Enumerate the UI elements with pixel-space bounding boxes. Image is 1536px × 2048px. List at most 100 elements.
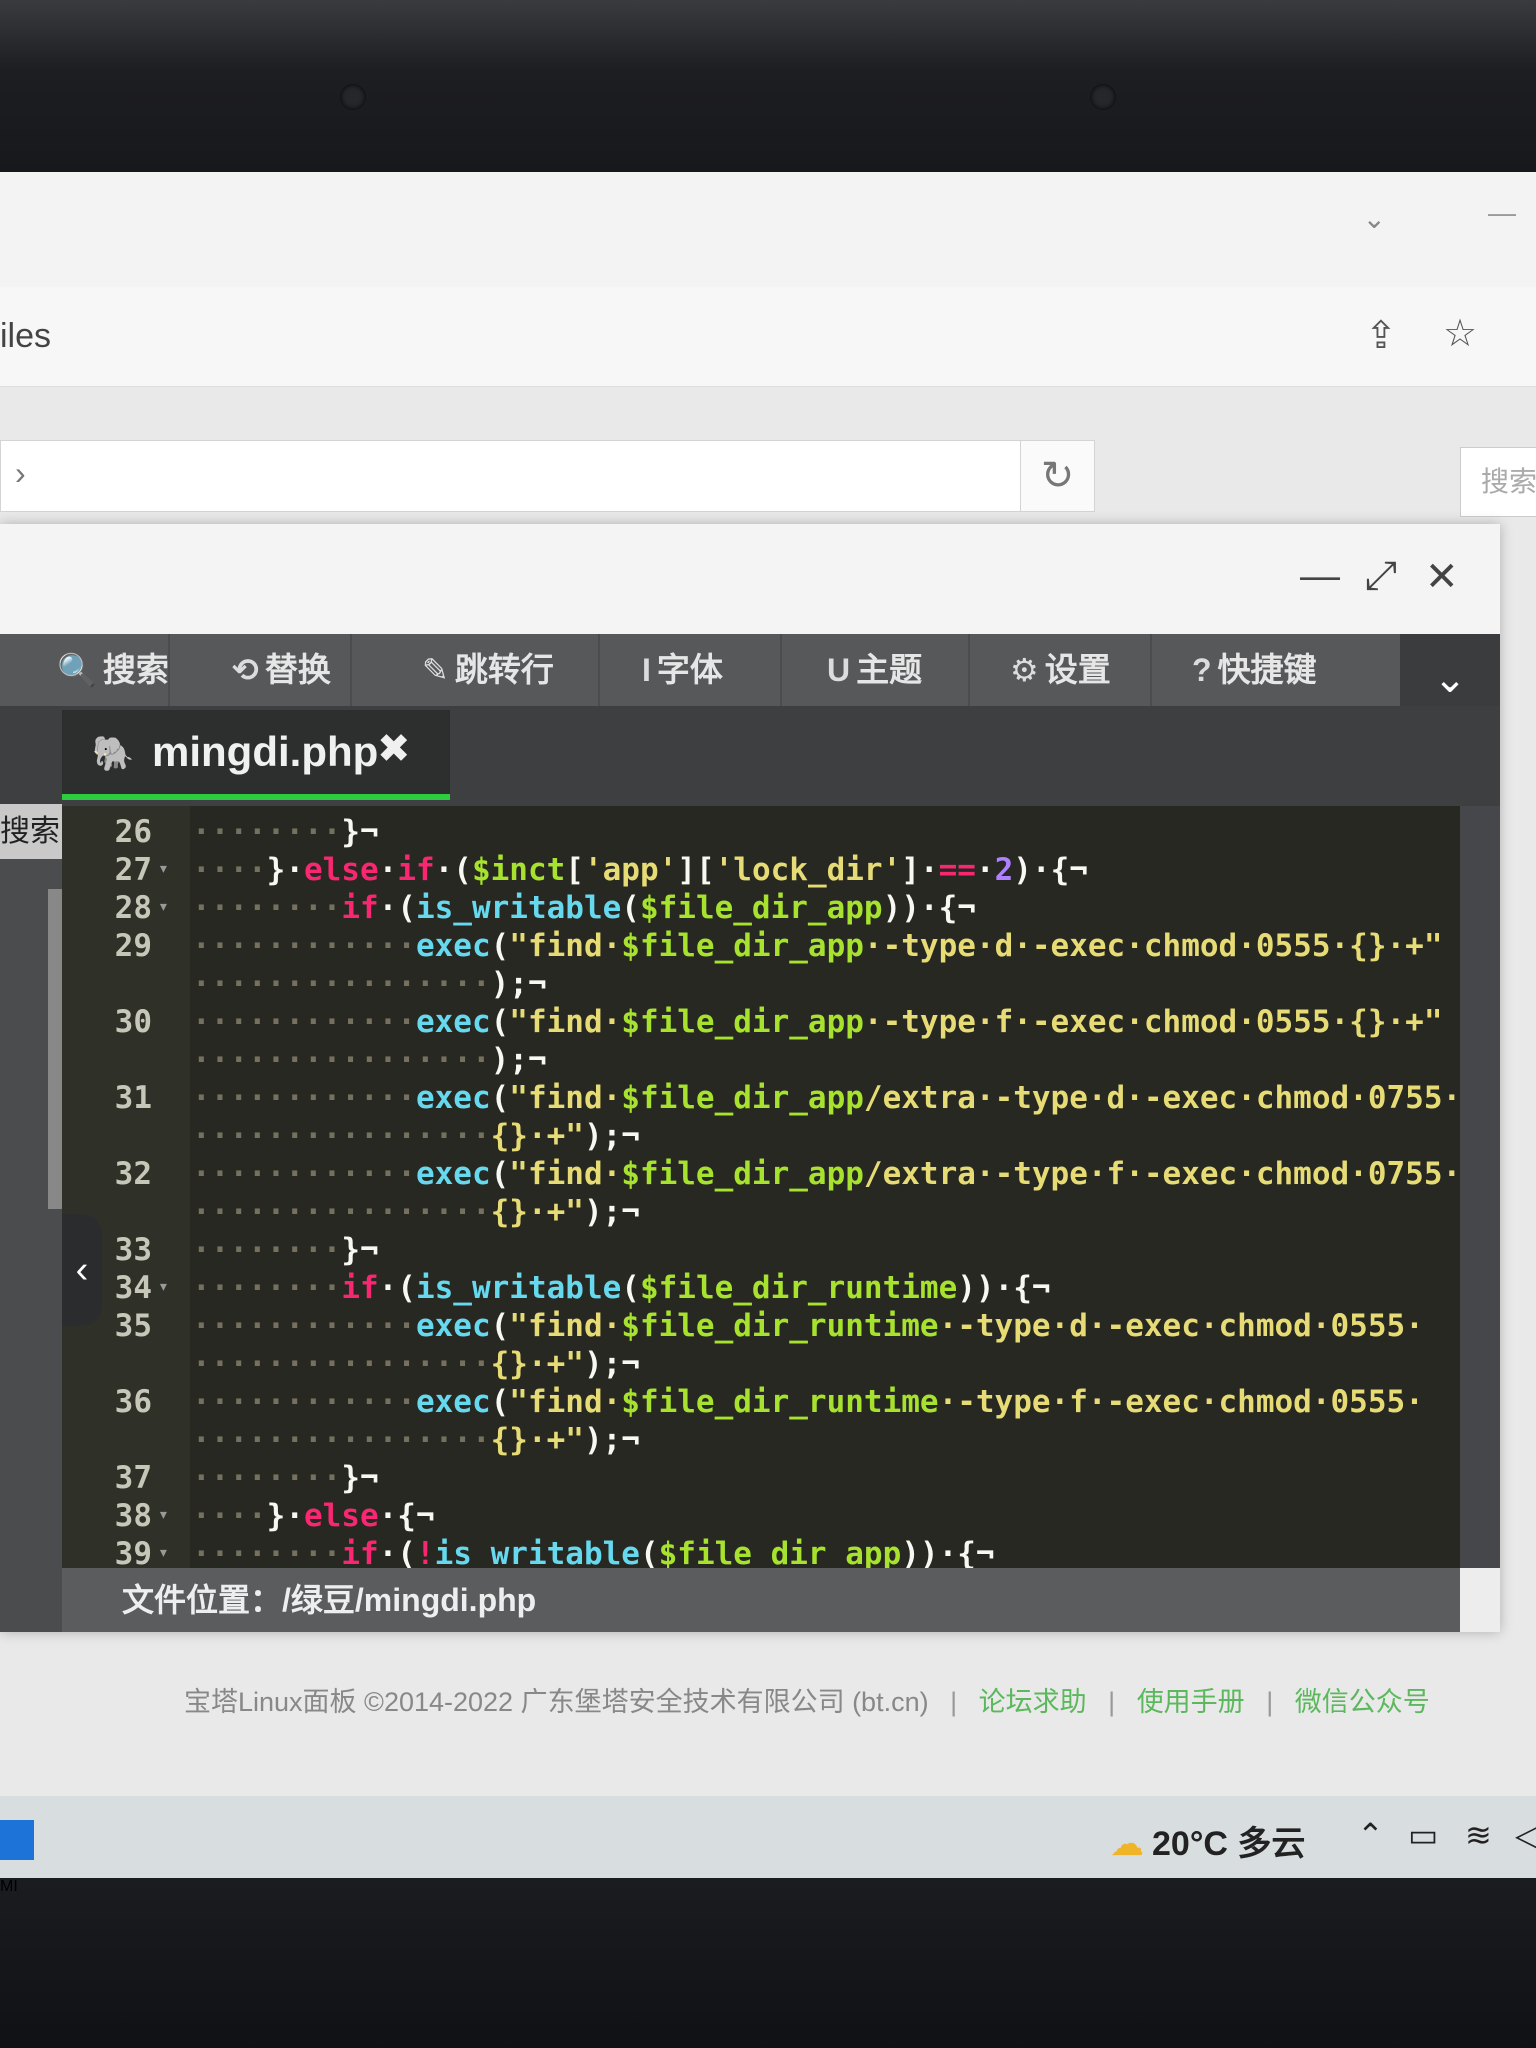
- gear-icon: ⚙: [1010, 652, 1039, 688]
- screen: ⌄ — iles ⇪ ☆ › ↻ 搜索 — ⤢ ✕ 🔍 搜索 ⟲ 替换 ✎ 跳转行 I…: [0, 172, 1536, 1880]
- code-line[interactable]: 37 ········}¬: [62, 1460, 1460, 1498]
- toolbar-search-button[interactable]: 🔍 搜索: [45, 634, 169, 706]
- code-text: ············exec("find·$file_dir_app/ext…: [192, 1080, 1460, 1116]
- footer-link-manual[interactable]: 使用手册: [1137, 1687, 1245, 1717]
- code-line[interactable]: 28 ▾ ········if·(is_writable($file_dir_app…: [62, 890, 1460, 928]
- php-elephant-icon: 🐘: [92, 735, 135, 773]
- refresh-button[interactable]: ↻: [1020, 440, 1095, 512]
- file-tab-close-icon[interactable]: ✖: [377, 726, 411, 772]
- code-line[interactable]: 31 ············exec("find·$file_dir_app/e…: [62, 1080, 1460, 1118]
- weather-widget[interactable]: ☁ 20°C 多云: [1110, 1816, 1305, 1865]
- code-text: ········if·(!is_writable($file_dir_app))…: [192, 1536, 995, 1568]
- browser-tabstrip: ⌄ —: [0, 172, 1536, 287]
- bookmark-star-icon[interactable]: ☆: [1443, 311, 1477, 356]
- tray-chevron-up-icon[interactable]: ⌃: [1357, 1816, 1384, 1854]
- volume-icon[interactable]: ◁: [1515, 1816, 1536, 1854]
- toolbar-settings-button[interactable]: ⚙ 设置: [998, 634, 1111, 706]
- line-number: 39: [114, 1536, 152, 1568]
- file-location-path: /绿豆/mingdi.php: [282, 1582, 537, 1618]
- footer-link-forum[interactable]: 论坛求助: [979, 1687, 1087, 1717]
- sidebar-search-label[interactable]: 搜索: [0, 804, 62, 859]
- code-text: ············exec("find·$file_dir_runtime…: [192, 1308, 1424, 1344]
- editor-toolbar: 🔍 搜索 ⟲ 替换 ✎ 跳转行 I 字体 U 主题 ⚙ 设置 ? 快捷键: [0, 634, 1500, 706]
- battery-icon[interactable]: ▭: [1408, 1816, 1438, 1854]
- toolbar-theme-button[interactable]: U 主题: [815, 634, 922, 706]
- start-button[interactable]: [0, 1820, 34, 1860]
- dialog-close-button[interactable]: ✕: [1425, 554, 1459, 600]
- code-line[interactable]: 35 ············exec("find·$file_dir_runti…: [62, 1308, 1460, 1346]
- cloud-icon: ☁: [1110, 1825, 1144, 1863]
- line-number: 32: [114, 1156, 152, 1192]
- code-text: ············exec("find·$file_dir_app/ext…: [192, 1156, 1460, 1192]
- fold-arrow-icon[interactable]: ▾: [158, 1504, 169, 1525]
- line-number: 28: [114, 890, 152, 926]
- fold-arrow-icon[interactable]: ▾: [158, 896, 169, 917]
- dialog-maximize-button[interactable]: ⤢: [1365, 554, 1397, 599]
- code-line[interactable]: ················{}·+");¬: [62, 1118, 1460, 1156]
- toolbar-shortcuts-button[interactable]: ? 快捷键: [1180, 634, 1317, 706]
- window-minimize-icon[interactable]: —: [1488, 197, 1516, 229]
- url-text[interactable]: iles: [0, 317, 51, 356]
- fold-arrow-icon[interactable]: ▾: [158, 1276, 169, 1297]
- code-line[interactable]: 38 ▾ ····}·else·{¬: [62, 1498, 1460, 1536]
- toolbar-font-button[interactable]: I 字体: [630, 634, 723, 706]
- code-line[interactable]: 34 ▾ ········if·(is_writable($file_dir_run…: [62, 1270, 1460, 1308]
- fold-arrow-icon[interactable]: ▾: [158, 858, 169, 879]
- dialog-minimize-button[interactable]: —: [1300, 554, 1340, 599]
- footer-link-wechat[interactable]: 微信公众号: [1295, 1687, 1430, 1717]
- code-line[interactable]: 36 ············exec("find·$file_dir_runti…: [62, 1384, 1460, 1422]
- code-line[interactable]: 29 ············exec("find·$file_dir_app·-…: [62, 928, 1460, 966]
- code-line[interactable]: 30 ············exec("find·$file_dir_app·-…: [62, 1004, 1460, 1042]
- line-number: 36: [114, 1384, 152, 1420]
- code-text: ········}¬: [192, 1232, 379, 1268]
- code-line[interactable]: 27 ▾ ····}·else·if·($inct['app']['lock_dir…: [62, 852, 1460, 890]
- fold-arrow-icon[interactable]: ▾: [158, 1542, 169, 1563]
- file-search-input[interactable]: 搜索: [1460, 447, 1536, 517]
- line-number: 31: [114, 1080, 152, 1116]
- theme-icon: U: [827, 652, 851, 688]
- code-line[interactable]: 33 ········}¬: [62, 1232, 1460, 1270]
- code-text: ················);¬: [192, 966, 547, 1002]
- code-line[interactable]: ················{}·+");¬: [62, 1346, 1460, 1384]
- wifi-icon[interactable]: ≋: [1465, 1816, 1492, 1854]
- code-line[interactable]: ················{}·+");¬: [62, 1422, 1460, 1460]
- code-editor[interactable]: 26 ········}¬ 27 ▾ ····}·else·if·($inct['app…: [62, 806, 1460, 1568]
- code-text: ····}·else·if·($inct['app']['lock_dir']·…: [192, 852, 1088, 888]
- toolbar-replace-button[interactable]: ⟲ 替换: [220, 634, 331, 706]
- code-line[interactable]: ················{}·+");¬: [62, 1194, 1460, 1232]
- code-text: ················);¬: [192, 1042, 547, 1078]
- path-chevron-icon: ›: [15, 455, 26, 491]
- code-text: ············exec("find·$file_dir_app·-ty…: [192, 928, 1443, 964]
- code-line[interactable]: ················);¬: [62, 966, 1460, 1004]
- code-text: ················{}·+");¬: [192, 1118, 640, 1154]
- code-line[interactable]: 39 ▾ ········if·(!is_writable($file_dir_ap…: [62, 1536, 1460, 1568]
- line-number: 30: [114, 1004, 152, 1040]
- toolbar-goto-line-button[interactable]: ✎ 跳转行: [410, 634, 554, 706]
- line-number: 27: [114, 852, 152, 888]
- share-icon[interactable]: ⇪: [1365, 313, 1397, 358]
- line-number: 37: [114, 1460, 152, 1496]
- file-location-label: 文件位置：: [122, 1582, 283, 1618]
- line-number: 38: [114, 1498, 152, 1534]
- file-location-bar: 文件位置：/绿豆/mingdi.php: [62, 1568, 1460, 1632]
- file-tab-name: mingdi.php: [152, 728, 379, 775]
- file-tab[interactable]: 🐘 mingdi.php ✖: [62, 710, 450, 800]
- pin-icon: ✎: [422, 652, 449, 688]
- file-path-bar[interactable]: ›: [0, 440, 1095, 512]
- code-text: ········if·(is_writable($file_dir_runtim…: [192, 1270, 1051, 1306]
- file-tree-scrollbar[interactable]: [48, 889, 62, 1209]
- footer-copyright: 宝塔Linux面板 ©2014-2022 广东堡塔安全技术有限公司 (bt.cn…: [184, 1687, 929, 1717]
- code-text: ····}·else·{¬: [192, 1498, 435, 1534]
- tab-list-chevron-icon[interactable]: ⌄: [1363, 202, 1386, 235]
- code-line[interactable]: ················);¬: [62, 1042, 1460, 1080]
- code-text: ············exec("find·$file_dir_app·-ty…: [192, 1004, 1443, 1040]
- code-line[interactable]: 26 ········}¬: [62, 814, 1460, 852]
- code-text: ········}¬: [192, 1460, 379, 1496]
- replace-icon: ⟲: [232, 652, 259, 688]
- address-bar[interactable]: iles ⇪ ☆: [0, 287, 1536, 387]
- editor-scrollbar[interactable]: [1460, 806, 1500, 1568]
- code-line[interactable]: 32 ············exec("find·$file_dir_app/e…: [62, 1156, 1460, 1194]
- camera-icon: [340, 84, 366, 110]
- code-text: ················{}·+");¬: [192, 1346, 640, 1382]
- chevron-left-icon[interactable]: ‹: [62, 1214, 102, 1326]
